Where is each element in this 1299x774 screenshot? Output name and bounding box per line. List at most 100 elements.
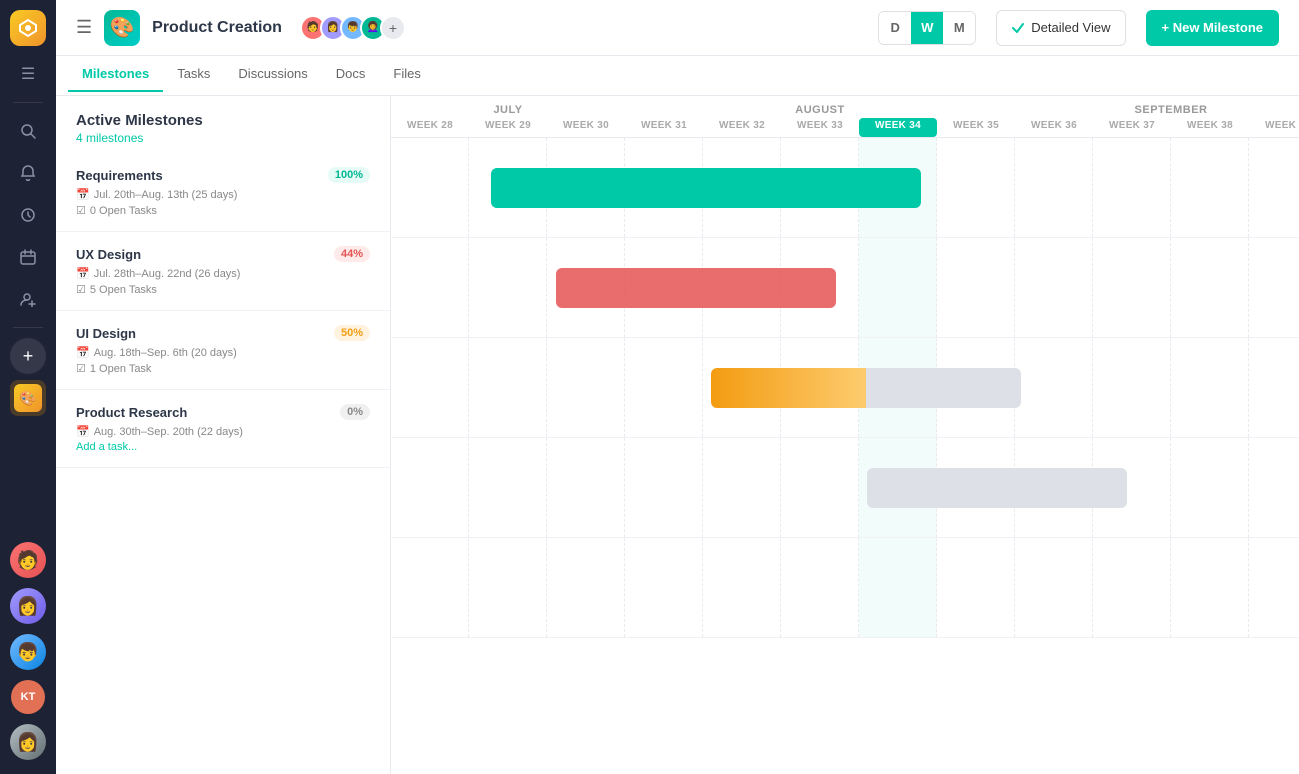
cell-w39-r4	[1249, 438, 1299, 537]
sidebar: ☰ + 🎨 🧑 👩 👦 KT 👩	[0, 0, 56, 774]
week-28[interactable]: WEEK 28	[391, 118, 469, 137]
search-icon[interactable]	[10, 113, 46, 149]
week-39[interactable]: WEEK 39	[1249, 118, 1299, 137]
milestones-count: 4 milestones	[76, 131, 370, 145]
milestone-badge-requirements: 100%	[328, 167, 370, 183]
new-milestone-button[interactable]: + New Milestone	[1146, 10, 1280, 46]
current-project-icon[interactable]: 🎨	[10, 380, 46, 416]
cell-w38-r2	[1171, 238, 1249, 337]
sidebar-avatar-3[interactable]: 👦	[10, 634, 46, 670]
sidebar-divider-2	[13, 327, 43, 328]
cell-w35-r2	[937, 238, 1015, 337]
week-36[interactable]: WEEK 36	[1015, 118, 1093, 137]
header: ☰ 🎨 Product Creation 🧑 👩 👦 👩‍🦱 + D W M D…	[56, 0, 1299, 56]
milestone-name-uxdesign: UX Design	[76, 247, 141, 262]
add-user-icon[interactable]	[10, 281, 46, 317]
week-37[interactable]: WEEK 37	[1093, 118, 1171, 137]
milestone-badge-productresearch: 0%	[340, 404, 370, 420]
calendar-icon[interactable]	[10, 239, 46, 275]
milestone-tasks-requirements: 0 Open Tasks	[90, 205, 157, 217]
menu-button[interactable]: ☰	[76, 17, 92, 38]
cell-w36-r1	[1015, 138, 1093, 237]
checkmark-icon	[1011, 21, 1025, 35]
week-32[interactable]: WEEK 32	[703, 118, 781, 137]
sidebar-avatar-kt[interactable]: KT	[11, 680, 45, 714]
gantt-row-requirements	[391, 138, 1299, 238]
add-project-button[interactable]: +	[10, 338, 46, 374]
sidebar-divider-1	[13, 102, 43, 103]
cell-w32-r4	[703, 438, 781, 537]
cell-w37-r2	[1093, 238, 1171, 337]
detailed-view-label: Detailed View	[1031, 20, 1110, 35]
bar-uxdesign[interactable]	[556, 268, 836, 308]
milestone-date-requirements: Jul. 20th–Aug. 13th (25 days)	[94, 189, 238, 201]
week-33[interactable]: WEEK 33	[781, 118, 859, 137]
cell-w34-r2	[859, 238, 937, 337]
detailed-view-button[interactable]: Detailed View	[996, 10, 1125, 46]
calendar-meta-icon-4: 📅	[76, 425, 90, 438]
sidebar-avatar-2[interactable]: 👩	[10, 588, 46, 624]
cell-w29-r3	[469, 338, 547, 437]
week-35[interactable]: WEEK 35	[937, 118, 1015, 137]
cell-w37-r3	[1093, 338, 1171, 437]
tab-tasks[interactable]: Tasks	[163, 56, 224, 92]
cell-w28-r4	[391, 438, 469, 537]
gantt-header: JULY WEEK 28 WEEK 29 WEEK 30 AUGUST WEEK…	[391, 96, 1299, 138]
bar-productresearch[interactable]	[867, 468, 1127, 508]
project-title: Product Creation	[152, 19, 282, 37]
milestone-row-productresearch: Product Research 0% 📅 Aug. 30th–Sep. 20t…	[56, 390, 390, 468]
day-view-button[interactable]: D	[879, 12, 911, 44]
bar-uidesign-done[interactable]	[711, 368, 866, 408]
tab-files[interactable]: Files	[379, 56, 434, 92]
cell-w28-r2	[391, 238, 469, 337]
cell-w30-r4	[547, 438, 625, 537]
milestone-date-productresearch: Aug. 30th–Sep. 20th (22 days)	[94, 426, 243, 438]
sidebar-avatar-5[interactable]: 👩	[10, 724, 46, 760]
cell-w33-r4	[781, 438, 859, 537]
milestone-name-productresearch: Product Research	[76, 405, 187, 420]
month-view-button[interactable]: M	[943, 12, 975, 44]
tab-discussions[interactable]: Discussions	[224, 56, 321, 92]
gantt-row-uxdesign	[391, 238, 1299, 338]
cell-w31-r3	[625, 338, 703, 437]
month-july: JULY WEEK 28 WEEK 29 WEEK 30	[391, 96, 625, 137]
week-31[interactable]: WEEK 31	[625, 118, 703, 137]
tasks-meta-icon: ☑	[76, 204, 86, 217]
week-29[interactable]: WEEK 29	[469, 118, 547, 137]
add-member-button[interactable]: +	[380, 15, 406, 41]
notifications-icon[interactable]	[10, 155, 46, 191]
bar-uidesign-remaining[interactable]	[866, 368, 1021, 408]
cell-w38-r4	[1171, 438, 1249, 537]
milestone-tasks-uxdesign: 5 Open Tasks	[90, 284, 157, 296]
hamburger-icon[interactable]: ☰	[10, 56, 46, 92]
week-34[interactable]: WEEK 34	[859, 118, 937, 137]
main-content: ☰ 🎨 Product Creation 🧑 👩 👦 👩‍🦱 + D W M D…	[56, 0, 1299, 774]
view-toggle: D W M	[878, 11, 976, 45]
tab-docs[interactable]: Docs	[322, 56, 380, 92]
gantt-row-empty	[391, 538, 1299, 638]
left-panel-header: Active Milestones 4 milestones	[56, 96, 390, 153]
milestone-name-uidesign: UI Design	[76, 326, 136, 341]
cell-w36-r3	[1015, 338, 1093, 437]
gantt-row-productresearch	[391, 438, 1299, 538]
milestone-row-uidesign: UI Design 50% 📅 Aug. 18th–Sep. 6th (20 d…	[56, 311, 390, 390]
milestone-row-uxdesign: UX Design 44% 📅 Jul. 28th–Aug. 22nd (26 …	[56, 232, 390, 311]
calendar-meta-icon-3: 📅	[76, 346, 90, 359]
cell-w36-r2	[1015, 238, 1093, 337]
week-view-button[interactable]: W	[911, 12, 943, 44]
time-icon[interactable]	[10, 197, 46, 233]
gantt-row-uidesign	[391, 338, 1299, 438]
cell-w28-r3	[391, 338, 469, 437]
add-task-link[interactable]: Add a task...	[76, 441, 370, 453]
tab-milestones[interactable]: Milestones	[68, 56, 163, 92]
sidebar-avatar-1[interactable]: 🧑	[10, 542, 46, 578]
app-logo[interactable]	[10, 10, 46, 46]
week-38[interactable]: WEEK 38	[1171, 118, 1249, 137]
week-30[interactable]: WEEK 30	[547, 118, 625, 137]
cell-w38-r3	[1171, 338, 1249, 437]
cell-w37-r1	[1093, 138, 1171, 237]
bar-requirements[interactable]	[491, 168, 921, 208]
cell-w29-r2	[469, 238, 547, 337]
project-icon: 🎨	[104, 10, 140, 46]
gantt-body	[391, 138, 1299, 638]
